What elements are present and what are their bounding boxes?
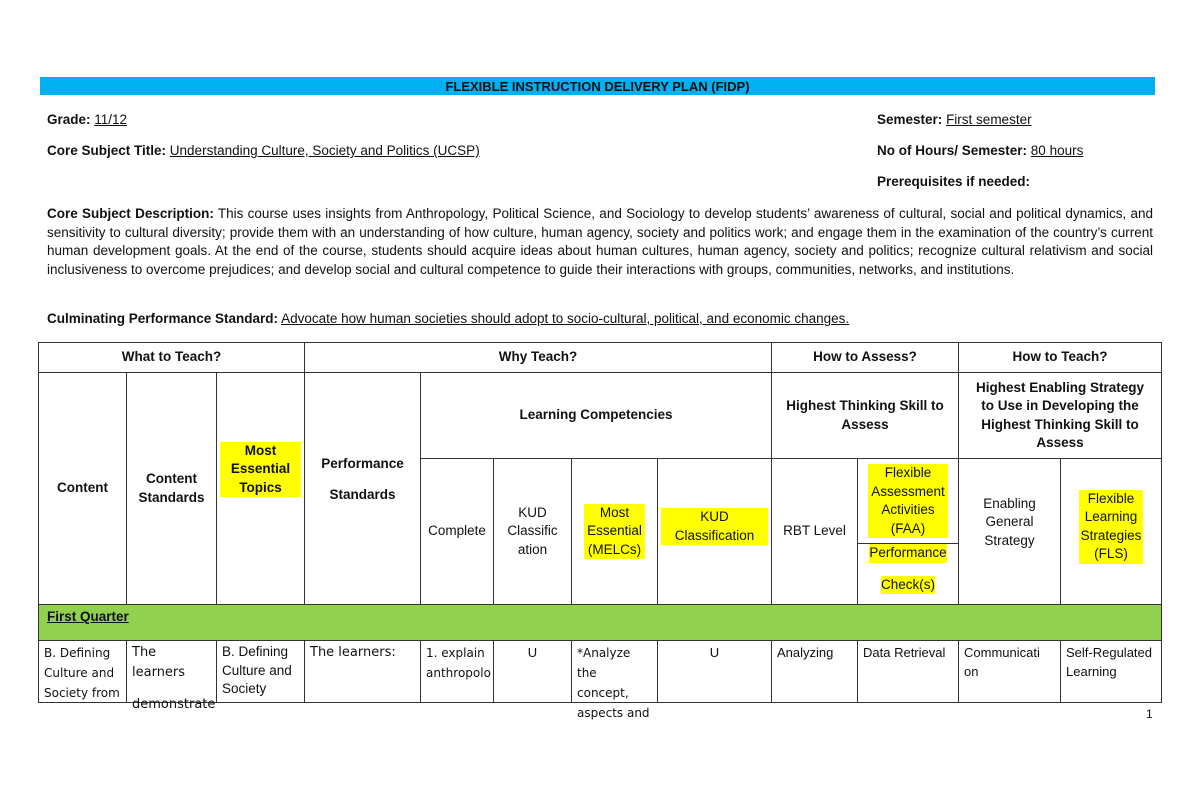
row-content-standards: The learners demonstrate xyxy=(126,640,217,712)
culminating-value: Advocate how human societies should adop… xyxy=(281,311,850,326)
header-text: Learning Competencies xyxy=(519,407,673,423)
cell-text: U xyxy=(709,645,720,660)
header-text: Flexible Assessment Activities (FAA) xyxy=(868,464,948,538)
header-text: Highest Thinking Skill to Assess xyxy=(786,398,944,432)
cell-text: Self-Regulated Learning xyxy=(1066,645,1152,679)
semester-value: First semester xyxy=(946,112,1032,127)
header-how-to-teach: How to Teach? xyxy=(958,342,1162,373)
prerequisites-label: Prerequisites if needed: xyxy=(877,174,1031,189)
header-text: Highest Enabling Strategy to Use in Deve… xyxy=(975,379,1145,451)
header-how-to-assess: How to Assess? xyxy=(771,342,959,373)
header-text: Flexible Learning Strategies (FLS) xyxy=(1079,489,1143,564)
row-kud-1: U xyxy=(493,640,572,703)
quarter-label: First Quarter xyxy=(47,609,129,624)
header-faa: Flexible Assessment Activities (FAA) xyxy=(857,458,959,544)
culminating-label: Culminating Performance Standard: xyxy=(47,311,279,326)
header-most-essential-topics: Most Essential Topics xyxy=(216,372,305,605)
cell-text: Data Retrieval xyxy=(863,645,946,660)
cell-text: 1. explain anthropolo xyxy=(426,646,491,680)
hours-field: No of Hours/ Semester: 80 hours xyxy=(877,143,1083,158)
hours-label: No of Hours/ Semester: xyxy=(877,143,1028,158)
prerequisites-field: Prerequisites if needed: xyxy=(877,174,1030,189)
cell-text: B. Defining Culture and Society from xyxy=(44,646,120,700)
header-text: KUD Classific ation xyxy=(507,504,558,557)
subject-title-label: Core Subject Title: xyxy=(47,143,167,158)
page-number: 1 xyxy=(1146,707,1153,721)
semester-label: Semester: xyxy=(877,112,943,127)
row-performance-standards: The learners: xyxy=(304,640,421,703)
header-performance-check: Performance Check(s) xyxy=(857,543,959,605)
cell-text: demonstrate xyxy=(132,697,216,712)
header-text: RBT Level xyxy=(783,523,846,539)
hours-value: 80 hours xyxy=(1030,143,1084,158)
header-highest-thinking-skill: Highest Thinking Skill to Assess xyxy=(771,372,959,459)
row-faa: Data Retrieval xyxy=(857,640,959,703)
header-text: Content Standards xyxy=(138,471,205,505)
cell-text: *Analyze the concept, aspects and xyxy=(577,646,650,720)
description-label: Core Subject Description: xyxy=(47,206,214,221)
quarter-row: First Quarter xyxy=(38,604,1162,641)
cell-text: B. Defining Culture and Society xyxy=(222,644,292,696)
grade-value: 11/12 xyxy=(94,112,128,127)
header-text: How to Assess? xyxy=(813,349,917,365)
row-rbt-level: Analyzing xyxy=(771,640,858,703)
subject-title-value: Understanding Culture, Society and Polit… xyxy=(169,143,480,158)
header-text: Enabling General Strategy xyxy=(983,495,1036,548)
row-complete: 1. explain anthropolo xyxy=(420,640,494,703)
cell-text: The learners xyxy=(132,645,186,680)
header-text: Check(s) xyxy=(880,575,935,594)
culminating-standard: Culminating Performance Standard: Advoca… xyxy=(47,311,849,326)
header-enabling-general-strategy: Enabling General Strategy xyxy=(958,458,1061,605)
header-performance-standards: Performance Standards xyxy=(304,372,421,605)
header-text: Performance xyxy=(321,455,404,471)
header-why-teach: Why Teach? xyxy=(304,342,772,373)
header-what-to-teach: What to Teach? xyxy=(38,342,305,373)
row-fls: Self-Regulated Learning xyxy=(1060,640,1162,703)
semester-field: Semester: First semester xyxy=(877,112,1032,127)
grade-label: Grade: xyxy=(47,112,91,127)
header-text: KUD Classification xyxy=(661,508,768,545)
header-text: How to Teach? xyxy=(1012,349,1108,365)
row-enabling-strategy: Communicati on xyxy=(958,640,1061,703)
header-text: Performance xyxy=(869,544,947,563)
header-content: Content xyxy=(38,372,127,605)
header-kud-classification-1: KUD Classific ation xyxy=(493,458,572,605)
row-most-essential-topics: B. Defining Culture and Society xyxy=(216,640,305,703)
header-fls: Flexible Learning Strategies (FLS) xyxy=(1060,458,1162,605)
grade-field: Grade: 11/12 xyxy=(47,112,127,127)
header-text: Most Essential Topics xyxy=(220,441,301,498)
header-most-essential-melcs: Most Essential (MELCs) xyxy=(571,458,658,605)
document-title: FLEXIBLE INSTRUCTION DELIVERY PLAN (FIDP… xyxy=(40,77,1155,95)
header-text: Standards xyxy=(329,487,396,502)
row-melcs: *Analyze the concept, aspects and xyxy=(571,640,658,720)
row-content: B. Defining Culture and Society from xyxy=(38,640,127,703)
header-complete: Complete xyxy=(420,458,494,605)
header-content-standards: Content Standards xyxy=(126,372,217,605)
cell-text: The learners: xyxy=(310,645,396,660)
header-text: Complete xyxy=(428,523,486,539)
cell-text: Communicati on xyxy=(964,645,1040,679)
row-kud-2: U xyxy=(657,640,772,703)
header-text: What to Teach? xyxy=(121,349,222,365)
header-learning-competencies: Learning Competencies xyxy=(420,372,772,459)
subject-title-field: Core Subject Title: Understanding Cultur… xyxy=(47,143,480,158)
header-text: Why Teach? xyxy=(498,349,578,365)
header-text: Content xyxy=(57,480,108,496)
header-kud-classification-2: KUD Classification xyxy=(657,458,772,605)
cell-text: U xyxy=(527,645,538,660)
header-rbt-level: RBT Level xyxy=(771,458,858,605)
header-highest-enabling-strategy: Highest Enabling Strategy to Use in Deve… xyxy=(958,372,1162,459)
header-text: Most Essential (MELCs) xyxy=(584,503,645,560)
cell-text: Analyzing xyxy=(777,645,834,660)
subject-description: Core Subject Description: This course us… xyxy=(47,205,1153,279)
